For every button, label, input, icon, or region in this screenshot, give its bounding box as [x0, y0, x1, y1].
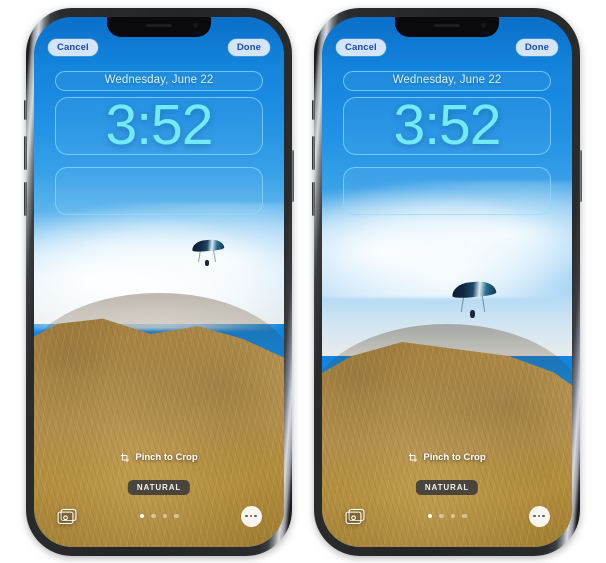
pinch-to-crop-hint: Pinch to Crop [34, 452, 284, 463]
page-dot-2[interactable] [439, 513, 444, 519]
cancel-button[interactable]: Cancel [336, 39, 386, 56]
cancel-button[interactable]: Cancel [48, 39, 98, 56]
page-dot-1[interactable] [427, 513, 432, 519]
page-dot-4[interactable] [462, 513, 467, 519]
earpiece-speaker [434, 24, 460, 27]
filter-badge[interactable]: NATURAL [127, 480, 191, 495]
lockscreen-time: 3:52 [393, 93, 502, 157]
volume-down-button[interactable] [24, 182, 27, 216]
page-dot-3[interactable] [450, 513, 455, 519]
editor-dock [322, 501, 572, 531]
done-button[interactable]: Done [515, 39, 558, 56]
screenshot-stage: Cancel Done Wednesday, June 22 3:52 Pinc… [0, 0, 606, 563]
lockscreen-date: Wednesday, June 22 [392, 74, 502, 86]
front-camera [481, 23, 486, 28]
notch [395, 17, 499, 37]
lockscreen-editor: Cancel Done Wednesday, June 22 3:52 Pinc… [322, 17, 572, 547]
mute-switch-button[interactable] [24, 100, 27, 120]
page-dot-4[interactable] [174, 513, 179, 519]
photo-shuffle-button[interactable] [52, 501, 82, 531]
page-dot-2[interactable] [151, 513, 156, 519]
widgets-empty-slot[interactable] [55, 167, 263, 215]
left-phone-screen[interactable]: Cancel Done Wednesday, June 22 3:52 Pinc… [34, 17, 284, 547]
wallpaper-page-dots[interactable] [82, 513, 236, 519]
pinch-hint-label: Pinch to Crop [135, 452, 198, 463]
volume-up-button[interactable] [24, 136, 27, 170]
more-options-button[interactable] [524, 501, 554, 531]
done-button[interactable]: Done [227, 39, 270, 56]
volume-down-button[interactable] [312, 182, 315, 216]
wallpaper-page-dots[interactable] [370, 513, 524, 519]
earpiece-speaker [146, 24, 172, 27]
editor-dock [34, 501, 284, 531]
editor-toolbar: Cancel Done [34, 39, 284, 56]
side-power-button[interactable] [291, 150, 294, 202]
lockscreen-editor: Cancel Done Wednesday, June 22 3:52 Pinc… [34, 17, 284, 547]
right-phone-screen[interactable]: Cancel Done Wednesday, June 22 3:52 Pinc… [322, 17, 572, 547]
filter-badge[interactable]: NATURAL [415, 480, 479, 495]
photo-shuffle-button[interactable] [340, 501, 370, 531]
front-camera [193, 23, 198, 28]
notch [107, 17, 211, 37]
editor-toolbar: Cancel Done [322, 39, 572, 56]
mute-switch-button[interactable] [312, 100, 315, 120]
volume-up-button[interactable] [312, 136, 315, 170]
lockscreen-date: Wednesday, June 22 [104, 74, 214, 86]
left-phone: Cancel Done Wednesday, June 22 3:52 Pinc… [24, 8, 294, 556]
photo-shuffle-icon [345, 508, 365, 524]
pinch-hint-label: Pinch to Crop [423, 452, 486, 463]
widgets-empty-slot[interactable] [343, 167, 551, 215]
right-phone: Cancel Done Wednesday, June 22 3:52 Pinc… [312, 8, 582, 556]
pinch-to-crop-hint: Pinch to Crop [322, 452, 572, 463]
crop-icon [409, 453, 418, 462]
page-dot-1[interactable] [139, 513, 144, 519]
more-options-icon [240, 505, 262, 527]
photo-shuffle-icon [57, 508, 77, 524]
side-power-button[interactable] [579, 150, 582, 202]
lockscreen-time: 3:52 [105, 93, 214, 157]
crop-icon [121, 453, 130, 462]
more-options-button[interactable] [236, 501, 266, 531]
page-dot-3[interactable] [162, 513, 167, 519]
more-options-icon [528, 505, 550, 527]
